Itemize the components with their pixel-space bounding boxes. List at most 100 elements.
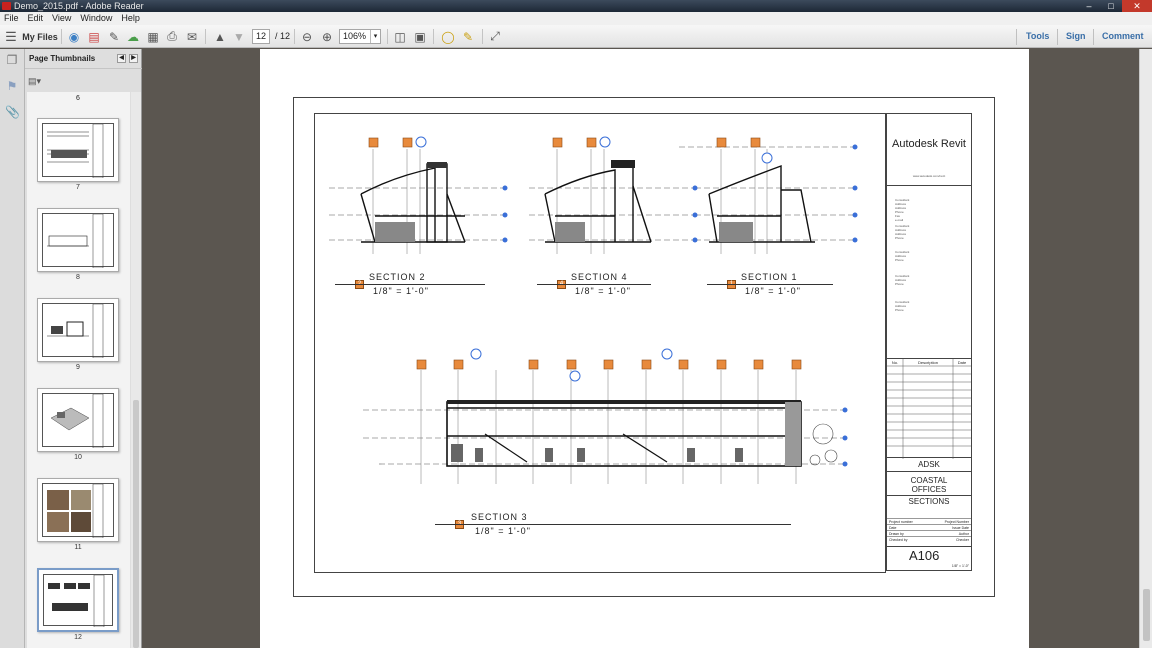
section-scale: 1/8" = 1'-0" [373, 286, 429, 296]
cloud-icon[interactable]: ☁ [125, 28, 141, 45]
menu-view[interactable]: View [52, 12, 71, 25]
previous-page-icon[interactable]: ▲ [212, 28, 228, 45]
close-panel-icon[interactable]: ▶ [129, 54, 138, 63]
zoom-value: 106% [343, 31, 367, 41]
document-scrollbar[interactable] [1139, 49, 1152, 648]
toolbar-divider [294, 29, 295, 44]
toolbar-divider [387, 29, 388, 44]
pdf-page: 2 SECTION 2 1/8" = 1'-0" 4 SECTION 4 1/8… [260, 49, 1029, 648]
title-block: Autodesk Revit www.autodesk.com/revit Co… [886, 113, 972, 571]
menu-bar: File Edit View Window Help [0, 12, 1152, 25]
thumbnails-panel: Page Thumbnails ◀ ▶ ▤▾ 6 7 8 9 10 11 12 [25, 49, 142, 648]
project-name-line: COASTAL [887, 471, 971, 485]
window-title: Demo_2015.pdf - Adobe Reader [14, 1, 144, 11]
toolbar-divider [61, 29, 62, 44]
info-label: Checked by [889, 538, 908, 542]
fit-page-icon[interactable]: ◫ [392, 28, 408, 45]
email-icon[interactable]: ✉ [184, 28, 200, 45]
sheet-scale: 1/8" = 1'-0" [951, 564, 969, 568]
thumbnail-label: 9 [76, 364, 80, 371]
consultant-line: Phone [895, 282, 904, 286]
section-underline [537, 284, 651, 285]
toolbar-divider [1057, 29, 1058, 45]
page-total: / 12 [275, 31, 291, 41]
create-pdf-icon[interactable]: ▤ [86, 28, 102, 45]
project-name-line: OFFICES [911, 485, 947, 494]
hamburger-menu-icon[interactable]: ☰ [4, 28, 18, 45]
title-bar: Demo_2015.pdf - Adobe Reader – □ ✕ [0, 0, 1152, 12]
tools-button[interactable]: Tools [1026, 29, 1049, 44]
document-view: 2 SECTION 2 1/8" = 1'-0" 4 SECTION 4 1/8… [143, 49, 1139, 648]
sign-button[interactable]: Sign [1066, 29, 1086, 44]
comment-button[interactable]: Comment [1102, 29, 1144, 44]
thumbnail-label: 12 [74, 634, 82, 641]
toolbar-divider [1016, 29, 1017, 45]
scrollbar-thumb[interactable] [1143, 589, 1150, 641]
maximize-button[interactable]: □ [1100, 0, 1122, 12]
bookmark-icon[interactable]: ⚑ [5, 79, 19, 93]
thumbnail-label: 10 [74, 454, 82, 461]
info-row: Checked by Checker [887, 536, 971, 542]
thumbnail-label: 6 [76, 95, 80, 102]
section-scale: 1/8" = 1'-0" [475, 526, 531, 536]
toolbar-divider [205, 29, 206, 44]
sheet-title: SECTIONS [887, 495, 971, 506]
consultant-line: Phone [895, 258, 904, 262]
thumbnail-scrollbar[interactable] [131, 92, 141, 648]
fit-width-icon[interactable]: ▣ [412, 28, 428, 45]
section-scale: 1/8" = 1'-0" [575, 286, 631, 296]
section-title: SECTION 1 [741, 272, 798, 282]
comment-icon[interactable]: ◯ [440, 28, 456, 45]
minimize-button[interactable]: – [1078, 0, 1100, 12]
zoom-select[interactable]: 106% ▾ [339, 29, 381, 44]
chevron-down-icon[interactable]: ▾ [370, 30, 380, 43]
zoom-out-icon[interactable]: ⊖ [299, 28, 315, 45]
globe-icon[interactable]: ◉ [66, 28, 82, 45]
consultant-line: e-mail [895, 218, 904, 222]
architectural-sections-drawing [329, 136, 858, 484]
toolbar-divider [433, 29, 434, 44]
navigation-pane-strip: ❐ ⚑ 📎 [0, 49, 25, 648]
collapse-panel-icon[interactable]: ◀ [117, 54, 126, 63]
consultant-line: Phone [895, 308, 904, 312]
info-value: Checker [955, 538, 969, 542]
section-underline [435, 524, 791, 525]
thumbnails-header: Page Thumbnails ◀ ▶ [25, 49, 142, 69]
thumbnails-title: Page Thumbnails [29, 54, 96, 63]
highlight-icon[interactable]: ✎ [460, 28, 476, 45]
thumbnail-label: 7 [76, 184, 80, 191]
section-title: SECTION 4 [571, 272, 628, 282]
menu-edit[interactable]: Edit [28, 12, 44, 25]
page-number-input[interactable]: 12 [252, 29, 270, 44]
close-window-button[interactable]: ✕ [1122, 0, 1152, 12]
menu-window[interactable]: Window [80, 12, 112, 25]
section-title: SECTION 3 [471, 512, 528, 522]
thumbnail-options-icon[interactable]: ▤▾ [28, 76, 42, 86]
project-block: ADSK COASTAL OFFICES SECTIONS [887, 458, 971, 518]
consultant-line: Phone [895, 236, 904, 240]
adobe-reader-icon [2, 2, 11, 10]
section-scale: 1/8" = 1'-0" [745, 286, 801, 296]
my-files-button[interactable]: My Files [22, 28, 58, 45]
project-company: ADSK [918, 460, 940, 469]
section-title: SECTION 2 [369, 272, 426, 282]
sheet-number: A106 [887, 546, 971, 564]
scrollbar-thumb[interactable] [133, 400, 139, 648]
menu-file[interactable]: File [4, 12, 19, 25]
attachment-icon[interactable]: 📎 [5, 105, 20, 119]
zoom-in-icon[interactable]: ⊕ [319, 28, 335, 45]
thumbnail-list: 6 7 8 9 10 11 12 [27, 92, 130, 648]
read-mode-icon[interactable]: ⤢ [487, 28, 503, 45]
next-page-icon[interactable]: ▼ [231, 28, 247, 45]
section-underline [335, 284, 485, 285]
brand-url: www.autodesk.com/revit [912, 174, 946, 178]
print-icon[interactable]: ⎙ [164, 28, 180, 45]
thumbnail-label: 11 [74, 544, 82, 551]
save-icon[interactable]: ▦ [145, 28, 161, 45]
toolbar: ☰ My Files ◉ ▤ ✎ ☁ ▦ ⎙ ✉ ▲ ▼ 12 / 12 ⊖ ⊕… [0, 25, 1152, 48]
menu-help[interactable]: Help [121, 12, 140, 25]
edit-document-icon[interactable]: ✎ [106, 28, 122, 45]
page-thumbnails-icon[interactable]: ❐ [5, 53, 19, 67]
drawing-area: 2 SECTION 2 1/8" = 1'-0" 4 SECTION 4 1/8… [314, 113, 886, 573]
toolbar-divider [482, 29, 483, 44]
